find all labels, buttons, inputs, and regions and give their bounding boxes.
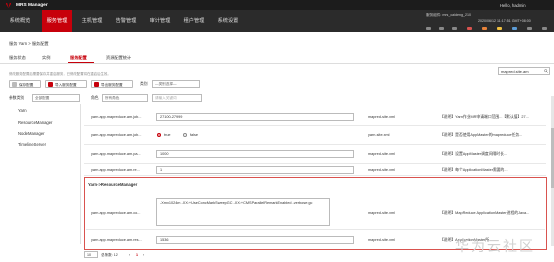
param-category-select[interactable]: 全部配置 [32,94,80,102]
category-select[interactable]: —类别选择— [152,80,200,88]
param-file: mapred-site.xml [368,115,396,119]
tab-service-config[interactable]: 服务配置 [70,55,87,61]
export-icon [94,82,99,87]
menu-alarm-management[interactable]: 告警管理 [112,10,140,32]
page-size-select[interactable]: 10 [84,251,98,258]
group-divider [86,229,545,230]
warning-alarm-icon[interactable] [512,27,517,31]
param-file: mapred-site.xml [368,168,396,172]
export-config-label: 导出服务配置 [101,83,123,87]
radio-true[interactable] [157,133,161,137]
group-title: Yarn->ResourceManager [88,182,138,187]
config-tree-sidebar [9,104,81,244]
tab-service-status[interactable]: 服务状态 [9,55,26,61]
total-count: 总条数: 12 [101,253,118,257]
param-description: 【说明】每个ApplicationMaster需要的... [440,168,508,172]
import-config-label: 导入服务配置 [55,83,77,87]
param-name: yarn.app.mapreduce.am.re... [91,168,140,172]
param-name: yarn.app.mapreduce.am.job... [91,115,142,119]
more-icon[interactable] [542,27,547,31]
help-icon[interactable] [527,27,532,31]
tab-divider [0,63,554,64]
tab-resource-stats[interactable]: 资源配置统计 [106,55,131,61]
param-file: mapred-site.xml [368,211,396,215]
keyword-filter-input[interactable]: 请输入关键词 [152,94,202,102]
sidebar-item-resourcemanager[interactable]: ResourceManager [18,120,52,125]
user-greeting[interactable]: Hello, hadmin [500,3,526,8]
breadcrumb[interactable]: 服务 Yarn > 服务配置 [9,41,49,47]
page-current[interactable]: 1 [136,253,138,257]
major-alarm-icon[interactable] [482,27,487,31]
search-input[interactable]: mapred.site.am [498,67,550,75]
radio-true-label: true [164,133,171,137]
top-bar [0,0,554,10]
param-value-textarea[interactable]: -Xmx1024m -XX:+UseConcMarkSweepGC -XX:+C… [156,198,330,226]
active-tab-underline [68,61,94,64]
save-config-button[interactable]: 保存配置 [9,80,41,88]
param-category-label: 参数类别 [9,96,25,100]
param-name: yarn.app.mapreduce.am.res... [91,238,142,242]
param-value-input[interactable]: 1536 [156,236,354,244]
param-description: 【说明】是否使用AppMaster的mapreduce任务... [440,133,523,137]
param-description: 【说明】设置AppMaster调度间隔时长... [440,152,508,156]
huawei-logo-icon [6,2,11,8]
param-file: yarn-site.xml [368,133,390,137]
menu-system-settings[interactable]: 系统设置 [214,10,242,32]
radio-false[interactable] [183,133,187,137]
sidebar-item-yarn[interactable]: Yarn [18,108,27,113]
param-file: mapred-site.xml [368,152,396,156]
page-prev-button[interactable]: ‹ [129,253,130,257]
param-value-input[interactable]: 27100-27999 [156,113,354,121]
cluster-time: 2020/06/12 11:17:51 GMT+08:00 [478,19,531,23]
save-config-label: 保存配置 [19,83,34,87]
search-icon[interactable] [544,69,548,73]
menu-host-management[interactable]: 主机管理 [78,10,106,32]
app-title: MRS Manager [16,2,48,8]
import-config-button[interactable]: 导入服务配置 [45,80,87,88]
param-file: mapred-site.xml [368,238,396,242]
watermark: 华为云社区 [455,239,535,255]
sidebar-item-timelineserver[interactable]: TimelineServer [18,142,46,147]
export-config-button[interactable]: 导出服务配置 [91,80,133,88]
param-name: yarn.app.mapreduce.am.co... [91,211,141,215]
param-name: yarn.app.mapreduce.am.job... [91,133,142,137]
tab-instances[interactable]: 实例 [42,55,50,61]
critical-alarm-icon[interactable] [467,27,472,31]
config-note: 修改服务配置后需要保存并重启服务，已修改配置将在重启后生效。 [9,72,111,76]
refresh-icon[interactable] [452,27,457,31]
menu-audit-management[interactable]: 审计管理 [146,10,174,32]
param-description: 【说明】Yarn作业MR申请端口范围...【默认值】27... [440,115,529,119]
role-select[interactable]: 所有角色 [102,94,148,102]
sidebar-item-nodemanager[interactable]: NodeManager [18,131,45,136]
role-label: 角色 [91,96,99,100]
menu-service-management[interactable]: 服务管理 [42,10,72,32]
param-value-input[interactable]: 1000 [156,150,354,158]
page-next-button[interactable]: › [143,253,144,257]
radio-false-label: false [190,133,199,137]
category-label: 类别 [140,81,148,86]
clock-icon[interactable] [426,27,431,31]
menu-system-overview[interactable]: 系统概览 [6,10,34,32]
menu-tenant-management[interactable]: 租户管理 [180,10,208,32]
minor-alarm-icon[interactable] [497,27,502,31]
save-icon [12,82,17,87]
import-icon [48,82,53,87]
param-value-input[interactable]: 1 [156,166,354,174]
param-name: yarn.app.mapreduce.am.pa... [91,152,141,156]
cluster-name: 服务组件: mrs_caideng_210 [426,13,471,17]
task-icon[interactable] [439,27,444,31]
param-description: 【说明】MapReduce ApplicationMaster进程的Java..… [440,211,530,215]
